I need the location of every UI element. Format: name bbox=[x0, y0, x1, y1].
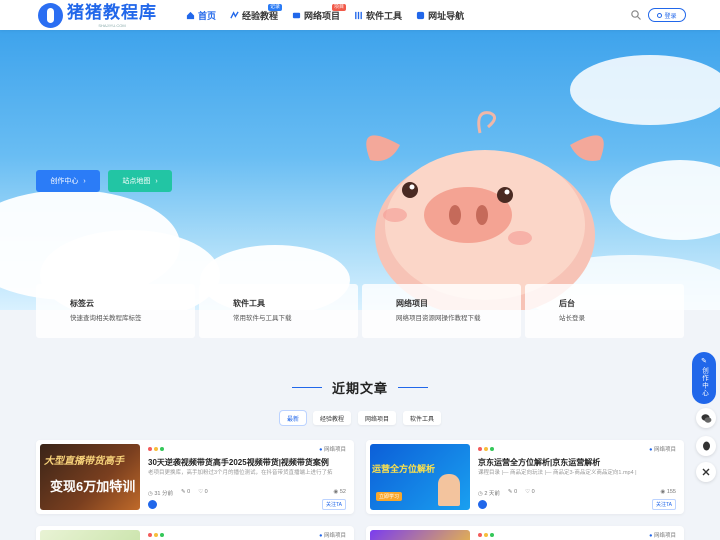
avatar[interactable] bbox=[148, 500, 157, 509]
site-header: 猪猪教程库 SHAJIYU.COM 首页 经验教程 记录 网络项目 项目 软件工… bbox=[0, 0, 720, 30]
follow-button[interactable]: 关注TA bbox=[321, 499, 346, 510]
article-tabs: 最新 经验教程 网络项目 软件工具 bbox=[280, 411, 442, 425]
article-thumbnail[interactable] bbox=[370, 530, 470, 540]
article-meta: ◷ 31 分前 ✎ 0 ♡ 0 bbox=[148, 489, 208, 497]
tutorial-icon bbox=[230, 10, 239, 19]
nav-item-tutorials[interactable]: 经验教程 记录 bbox=[230, 0, 283, 30]
chevron-right-icon: › bbox=[83, 177, 86, 185]
thumb-text: 运营全方位解析 bbox=[372, 464, 436, 474]
project-icon bbox=[292, 12, 301, 18]
feature-card-projects[interactable]: 网络项目 网络项目资源网操作教程下载 bbox=[362, 284, 521, 338]
login-label: 登录 bbox=[664, 13, 677, 20]
article-card[interactable]: 大型直播带货高手 变现6万加特训 ● 网络项目 30天逆袭视频带货高手2025视… bbox=[36, 440, 354, 514]
comment-icon: ✎ 0 bbox=[507, 489, 518, 495]
like-icon: ♡ 0 bbox=[198, 489, 208, 495]
main-nav: 首页 经验教程 记录 网络项目 项目 软件工具 网址导航 bbox=[186, 0, 478, 30]
sitemap-button[interactable]: 站点地图 › bbox=[108, 170, 172, 192]
feature-card-tags[interactable]: 标签云 快速查询相关教程库标签 bbox=[36, 284, 195, 338]
feature-card-tools[interactable]: 软件工具 常用软件与工具下载 bbox=[199, 284, 358, 338]
nav-badge: 记录 bbox=[268, 4, 283, 11]
view-count: ◉ 155 bbox=[660, 489, 676, 495]
tab-tutorials[interactable]: 经验教程 bbox=[313, 411, 352, 425]
logo-icon bbox=[38, 3, 63, 28]
nav-item-home[interactable]: 首页 bbox=[186, 0, 216, 30]
logo-title: 猪猪教程库 bbox=[67, 2, 157, 23]
feature-desc: 常用软件与工具下载 bbox=[233, 315, 292, 322]
float-create-center[interactable]: ✎ 创作中心 bbox=[692, 352, 716, 404]
pig-illustration bbox=[366, 111, 604, 310]
article-excerpt: 老项目更换库，高手加粉过3个月的播位测试，在抖音带货直播端上进行了拓 bbox=[148, 470, 333, 476]
site-logo[interactable]: 猪猪教程库 SHAJIYU.COM bbox=[38, 3, 157, 28]
feature-title: 标签云 bbox=[70, 299, 94, 308]
nav-item-tools[interactable]: 软件工具 bbox=[354, 0, 402, 30]
feature-desc: 网络项目资源网操作教程下载 bbox=[396, 315, 481, 322]
tab-tools[interactable]: 软件工具 bbox=[403, 411, 442, 425]
nav-badge: 项目 bbox=[332, 4, 347, 11]
article-thumbnail[interactable]: 运营全方位解析 立即学习 bbox=[370, 444, 470, 510]
like-icon: ♡ 0 bbox=[525, 489, 535, 495]
tab-projects[interactable]: 网络项目 bbox=[358, 411, 397, 425]
thumb-text: 立即学习 bbox=[376, 492, 403, 501]
article-category[interactable]: ● 网络项目 bbox=[319, 531, 346, 539]
thumb-text: 大型直播带货高手 bbox=[44, 456, 124, 467]
section-title: 近期文章 bbox=[331, 381, 388, 396]
feature-desc: 站长登录 bbox=[559, 315, 585, 322]
search-icon[interactable] bbox=[630, 9, 642, 21]
thumb-text: 变现6万加特训 bbox=[50, 479, 136, 494]
login-button[interactable]: 登录 bbox=[648, 8, 686, 22]
article-meta: ◷ 2 天前 ✎ 0 ♡ 0 bbox=[478, 489, 535, 497]
article-thumbnail[interactable] bbox=[40, 530, 140, 540]
feature-cards: 标签云 快速查询相关教程库标签 软件工具 常用软件与工具下载 网络项目 网络项目… bbox=[36, 284, 684, 338]
nav-label: 网址导航 bbox=[428, 10, 465, 21]
comment-icon: ✎ 0 bbox=[180, 489, 191, 495]
article-card[interactable]: ● 网络项目 bbox=[36, 526, 354, 540]
float-create-label: 创作中心 bbox=[700, 367, 708, 397]
logo-subtitle: SHAJIYU.COM bbox=[98, 22, 126, 28]
close-icon[interactable] bbox=[696, 462, 716, 482]
sitemap-label: 站点地图 bbox=[122, 178, 151, 185]
create-center-label: 创作中心 bbox=[50, 178, 79, 185]
nav-label: 软件工具 bbox=[366, 10, 403, 21]
feature-card-admin[interactable]: 后台 站长登录 bbox=[525, 284, 684, 338]
nav-label: 首页 bbox=[198, 10, 217, 21]
follow-button[interactable]: 关注TA bbox=[651, 499, 676, 510]
window-dots bbox=[478, 533, 494, 537]
article-category[interactable]: ● 网络项目 bbox=[649, 531, 676, 539]
nav-item-sitenav[interactable]: 网址导航 bbox=[416, 0, 464, 30]
feature-title: 软件工具 bbox=[233, 299, 265, 308]
wechat-icon[interactable] bbox=[696, 408, 716, 428]
feature-title: 网络项目 bbox=[396, 299, 428, 308]
nav-site-icon bbox=[416, 11, 425, 19]
window-dots bbox=[478, 447, 494, 451]
article-category[interactable]: ● 网络项目 bbox=[319, 445, 346, 453]
tools-icon bbox=[355, 11, 362, 19]
feature-desc: 快速查询相关教程库标签 bbox=[70, 315, 142, 322]
article-title[interactable]: 京东运营全方位解析|京东运营解析 bbox=[478, 457, 678, 468]
article-excerpt: 课程目录 |— 商品定向玩法 |— 商品定3-商品定义商品定向1.mp4 | bbox=[478, 470, 637, 476]
article-category[interactable]: ● 网络项目 bbox=[649, 445, 676, 453]
feature-title: 后台 bbox=[559, 299, 575, 308]
article-thumbnail[interactable]: 大型直播带货高手 变现6万加特训 bbox=[40, 444, 140, 510]
article-card[interactable]: ● 网络项目 bbox=[366, 526, 684, 540]
view-count: ◉ 52 bbox=[333, 489, 346, 495]
chevron-right-icon: › bbox=[155, 177, 158, 185]
nav-item-projects[interactable]: 网络项目 项目 bbox=[292, 0, 347, 30]
article-title[interactable]: 30天逆袭视频带货高手2025视频带货|视频带货案例 bbox=[148, 457, 348, 468]
article-card[interactable]: 运营全方位解析 立即学习 ● 网络项目 京东运营全方位解析|京东运营解析 课程目… bbox=[366, 440, 684, 514]
user-icon bbox=[657, 12, 663, 18]
pen-icon: ✎ bbox=[701, 358, 707, 365]
hero-banner: 创作中心 › 站点地图 › bbox=[0, 30, 720, 310]
home-icon bbox=[186, 11, 195, 19]
create-center-button[interactable]: 创作中心 › bbox=[36, 170, 100, 192]
qq-icon[interactable] bbox=[696, 436, 716, 456]
tab-latest[interactable]: 最新 bbox=[280, 411, 307, 425]
window-dots bbox=[148, 533, 164, 537]
clock-icon: ◷ 31 分前 bbox=[148, 491, 173, 497]
window-dots bbox=[148, 447, 164, 451]
avatar[interactable] bbox=[478, 500, 487, 509]
person-illustration bbox=[438, 474, 460, 506]
section-header: 近期文章 bbox=[0, 378, 720, 397]
clock-icon: ◷ 2 天前 bbox=[478, 491, 500, 497]
